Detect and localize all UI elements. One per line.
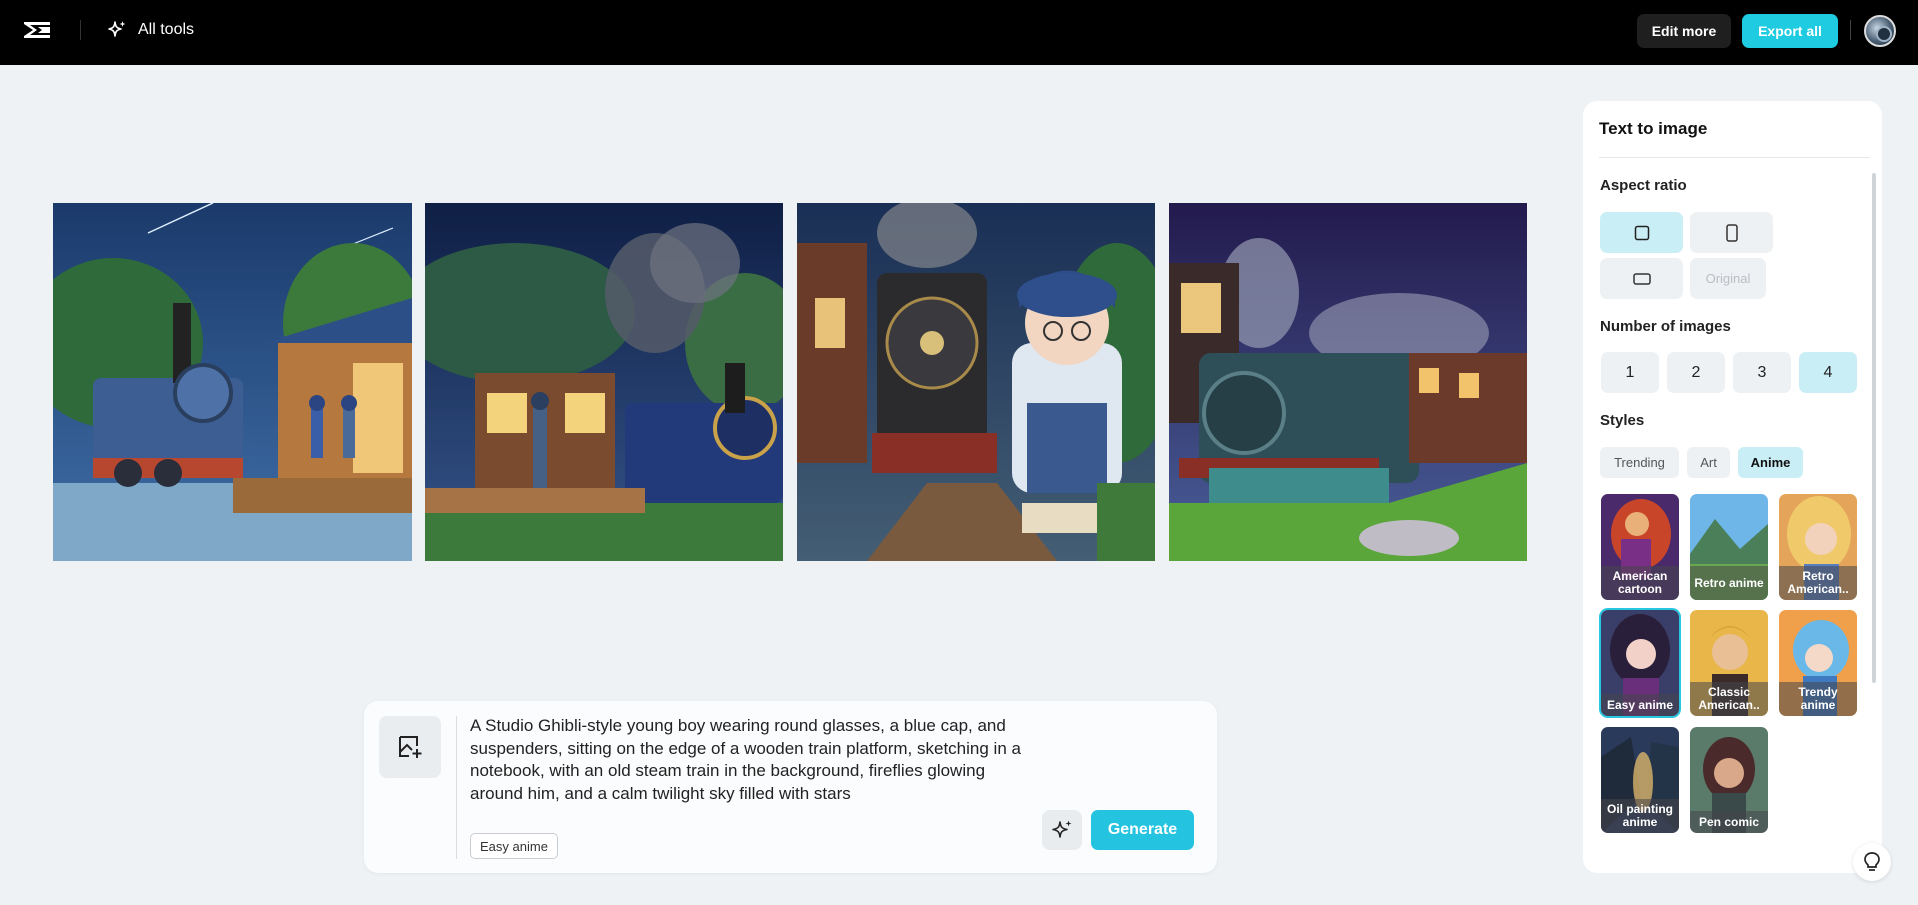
capcut-logo-icon[interactable]	[22, 18, 52, 44]
selected-style-chip[interactable]: Easy anime	[470, 833, 558, 859]
help-button[interactable]	[1853, 843, 1891, 881]
prompt-separator	[456, 716, 457, 859]
aspect-ratio-label: Aspect ratio	[1600, 177, 1687, 194]
avatar[interactable]	[1864, 15, 1896, 47]
panel-title: Text to image	[1599, 119, 1708, 138]
tab-trending[interactable]: Trending	[1600, 447, 1679, 478]
tab-anime[interactable]: Anime	[1738, 447, 1803, 478]
style-card-american-cartoon[interactable]: American cartoon	[1601, 494, 1679, 600]
style-card-label: Oil painting anime	[1601, 799, 1679, 833]
style-card-label: Retro American..	[1779, 566, 1857, 600]
num-images-3-button[interactable]: 3	[1733, 352, 1791, 393]
style-card-label: Trendy anime	[1779, 682, 1857, 716]
num-images-4-button[interactable]: 4	[1799, 352, 1857, 393]
aspect-ratio-original-button[interactable]: Original	[1690, 258, 1766, 299]
panel-scrollbar[interactable]	[1872, 173, 1876, 683]
style-card-pen-comic[interactable]: Pen comic	[1690, 727, 1768, 833]
sparkle-icon	[108, 21, 126, 37]
style-card-easy-anime[interactable]: Easy anime	[1601, 610, 1679, 716]
upload-image-button[interactable]	[379, 716, 441, 778]
sparkle-icon	[1052, 820, 1072, 838]
style-card-oil-painting-anime[interactable]: Oil painting anime	[1601, 727, 1679, 833]
style-card-retro-anime[interactable]: Retro anime	[1690, 494, 1768, 600]
generated-image-4[interactable]	[1169, 203, 1527, 561]
landscape-ratio-icon	[1632, 272, 1651, 285]
all-tools-label: All tools	[138, 21, 195, 38]
style-card-label: American cartoon	[1601, 566, 1679, 600]
aspect-ratio-landscape-button[interactable]	[1600, 258, 1683, 299]
export-all-button[interactable]: Export all	[1742, 14, 1838, 48]
topbar-divider	[80, 20, 81, 40]
lightbulb-icon	[1864, 852, 1880, 871]
all-tools-button[interactable]: All tools	[106, 18, 194, 42]
style-card-label: Retro anime	[1690, 566, 1768, 600]
aspect-ratio-square-button[interactable]	[1600, 212, 1683, 253]
style-card-label: Classic American..	[1690, 682, 1768, 716]
number-of-images-label: Number of images	[1600, 318, 1731, 335]
square-ratio-icon	[1634, 225, 1649, 240]
style-card-retro-american[interactable]: Retro American..	[1779, 494, 1857, 600]
num-images-2-button[interactable]: 2	[1667, 352, 1725, 393]
aspect-ratio-portrait-button[interactable]	[1690, 212, 1773, 253]
edit-more-button[interactable]: Edit more	[1637, 14, 1731, 48]
generate-button[interactable]: Generate	[1091, 810, 1194, 850]
top-bar: All tools Edit more Export all	[0, 0, 1918, 65]
styles-label: Styles	[1600, 412, 1645, 429]
prompt-box: A Studio Ghibli-style young boy wearing …	[364, 701, 1217, 873]
prompt-input[interactable]: A Studio Ghibli-style young boy wearing …	[470, 715, 1030, 805]
style-card-trendy-anime[interactable]: Trendy anime	[1779, 610, 1857, 716]
tab-art[interactable]: Art	[1687, 447, 1730, 478]
style-card-classic-american[interactable]: Classic American..	[1690, 610, 1768, 716]
style-card-label: Easy anime	[1601, 694, 1679, 716]
portrait-ratio-icon	[1725, 223, 1738, 242]
generated-image-1[interactable]	[53, 203, 412, 561]
generated-image-3[interactable]	[797, 203, 1155, 561]
num-images-1-button[interactable]: 1	[1601, 352, 1659, 393]
add-image-icon	[399, 736, 422, 758]
generated-image-2[interactable]	[425, 203, 783, 561]
topbar-divider-right	[1850, 20, 1851, 40]
enhance-prompt-button[interactable]	[1042, 810, 1082, 850]
style-card-label: Pen comic	[1690, 811, 1768, 833]
panel-divider	[1599, 157, 1870, 158]
text-to-image-panel: Text to image Aspect ratio Original Numb…	[1583, 101, 1882, 873]
